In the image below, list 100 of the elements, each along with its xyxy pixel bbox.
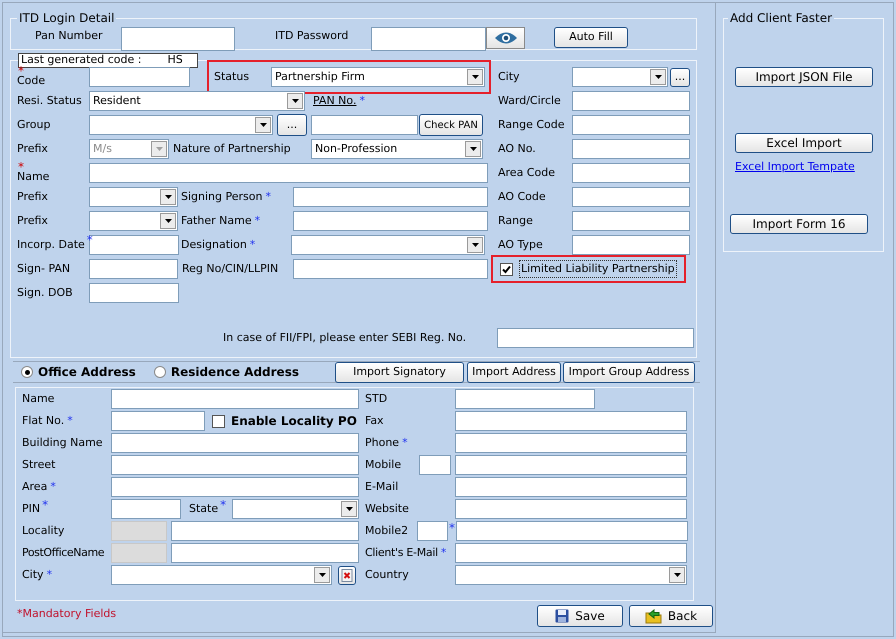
field-label: State	[189, 500, 218, 517]
dropdown[interactable]: Resident	[89, 91, 305, 111]
required-mark: *	[250, 236, 256, 253]
text-field[interactable]	[89, 235, 179, 255]
field-label: Incorp. Date	[17, 236, 85, 253]
text-field[interactable]	[311, 115, 418, 135]
field-label: Range Code	[498, 116, 565, 133]
required-mark: *	[50, 478, 56, 495]
text-field[interactable]	[171, 521, 359, 541]
readonly-field[interactable]	[111, 521, 167, 541]
save-button[interactable]: Save	[537, 605, 623, 627]
dropdown[interactable]	[572, 67, 668, 87]
required-mark: *	[86, 234, 93, 246]
text-field[interactable]	[89, 259, 178, 279]
dropdown[interactable]: Non-Profession	[311, 139, 483, 159]
required-mark: *	[46, 566, 52, 583]
caret-icon	[346, 507, 352, 511]
text-field[interactable]	[111, 455, 359, 475]
text-field[interactable]	[111, 499, 181, 519]
text-field[interactable]	[417, 521, 448, 541]
text-field[interactable]	[572, 139, 690, 159]
text-field[interactable]	[455, 411, 687, 431]
fieldset-title: ITD Login Detail	[18, 10, 116, 27]
field-label: City	[22, 566, 44, 583]
button[interactable]: Check PAN	[419, 114, 483, 136]
text-field[interactable]	[89, 67, 190, 87]
button[interactable]: Auto Fill	[554, 27, 628, 48]
button[interactable]: Import Signatory	[334, 362, 464, 382]
caret-icon	[260, 123, 266, 127]
dropdown[interactable]: Partnership Firm	[271, 67, 485, 87]
text-field[interactable]	[572, 235, 690, 255]
text-field[interactable]	[293, 259, 488, 279]
text-field[interactable]	[89, 283, 179, 303]
button[interactable]: ...	[277, 114, 307, 136]
button[interactable]: Import Address	[466, 362, 561, 382]
text-field[interactable]	[455, 477, 687, 497]
radio-label[interactable]: Residence Address	[170, 363, 299, 381]
text-field[interactable]	[455, 543, 687, 563]
field-label: Area Code	[498, 164, 555, 181]
field-label: Ward/Circle	[498, 92, 561, 109]
text-field[interactable]	[497, 328, 694, 348]
dropdown[interactable]	[89, 187, 178, 207]
text-field[interactable]	[111, 477, 359, 497]
radio-button[interactable]	[154, 366, 166, 378]
dropdown[interactable]	[232, 499, 359, 519]
radio-button[interactable]	[21, 366, 33, 378]
text-field[interactable]	[455, 433, 687, 453]
dropdown[interactable]	[89, 115, 273, 135]
clear-button[interactable]	[338, 566, 356, 584]
text-field[interactable]	[89, 163, 488, 183]
field-label: Prefix	[17, 140, 48, 157]
text-field[interactable]	[419, 455, 451, 475]
pan-link[interactable]: PAN No.	[313, 92, 356, 110]
caret-icon	[472, 243, 478, 247]
required-mark: *	[265, 188, 271, 205]
text-field[interactable]	[455, 455, 687, 475]
button[interactable]: Import JSON File	[735, 67, 873, 87]
dropdown[interactable]	[111, 565, 332, 585]
text-field[interactable]	[111, 433, 359, 453]
back-button[interactable]: Back	[629, 605, 713, 627]
text-field[interactable]	[572, 187, 690, 207]
text-field[interactable]	[111, 389, 359, 409]
dropdown[interactable]	[455, 565, 687, 585]
check-icon	[502, 264, 511, 274]
text-field[interactable]	[572, 211, 690, 231]
readonly-field[interactable]	[111, 543, 167, 563]
button[interactable]: ...	[670, 68, 690, 86]
show-password-button[interactable]	[486, 27, 525, 49]
radio-label[interactable]: Office Address	[38, 363, 136, 381]
dropdown[interactable]	[89, 211, 178, 231]
field-label: Designation	[181, 236, 247, 253]
text-field[interactable]	[111, 411, 205, 431]
caret-icon	[164, 219, 172, 223]
caret-icon	[156, 147, 162, 151]
field-label: Country	[365, 566, 409, 583]
text-field[interactable]	[293, 187, 488, 207]
text-field[interactable]	[455, 389, 595, 409]
text-field[interactable]	[171, 543, 359, 563]
password-field[interactable]	[371, 27, 486, 51]
template-link[interactable]: Excel Import Tempate	[735, 159, 883, 176]
button[interactable]: Import Group Address	[562, 362, 695, 382]
text-field[interactable]	[455, 499, 687, 519]
save-icon	[555, 609, 570, 623]
text-field[interactable]	[572, 163, 690, 183]
required-mark: *	[359, 92, 365, 109]
button[interactable]: Import Form 16	[730, 214, 868, 234]
text-field[interactable]	[572, 91, 690, 111]
checkbox[interactable]: Enable Locality PO	[212, 412, 357, 430]
required-mark: *	[220, 499, 226, 511]
field-label: Locality	[22, 522, 64, 539]
text-field[interactable]	[121, 27, 235, 51]
field-label: AO Type	[498, 236, 543, 253]
field-label: Sign. DOB	[17, 284, 73, 301]
required-mark: *	[42, 499, 48, 511]
field-label: Flat No.	[22, 412, 64, 429]
text-field[interactable]	[572, 115, 690, 135]
text-field[interactable]	[293, 211, 488, 231]
button[interactable]: Excel Import	[735, 133, 873, 153]
text-field[interactable]	[456, 521, 688, 541]
dropdown[interactable]	[291, 235, 485, 255]
